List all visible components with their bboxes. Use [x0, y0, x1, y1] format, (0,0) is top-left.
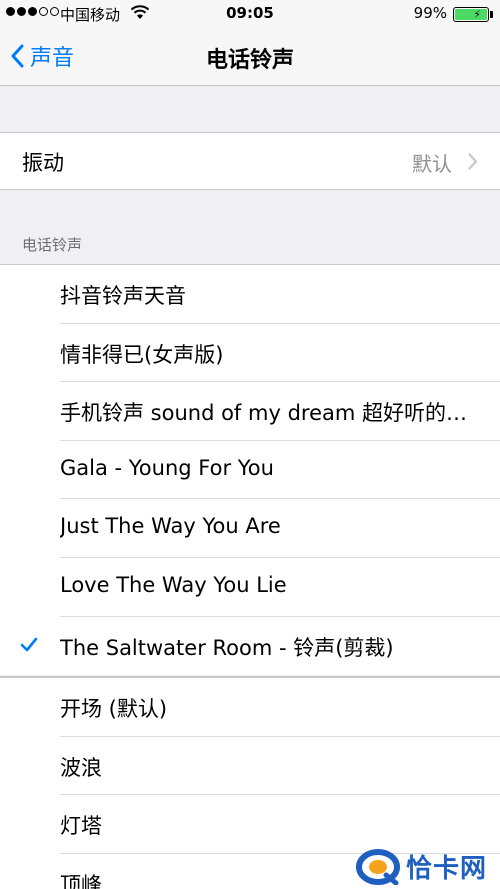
watermark-brand: 恰卡网	[406, 854, 488, 884]
ringtone-label: 灯塔	[60, 814, 102, 839]
status-bar: 中国移动 09:05 99% ⚡	[0, 0, 500, 28]
charging-bolt-icon: ⚡	[473, 8, 481, 21]
ringtone-label: 抖音铃声天音	[60, 284, 186, 308]
ringtone-label: Love The Way You Lie	[60, 572, 287, 597]
ringtone-label: 手机铃声 sound of my dream 超好听的…	[60, 401, 467, 426]
ringtone-item[interactable]: Gala - Young For You	[0, 441, 500, 500]
ringtone-item[interactable]: 手机铃声 sound of my dream 超好听的…	[0, 382, 500, 441]
ringtone-item[interactable]: 开场 (默认)	[0, 678, 500, 737]
battery-percent: 99%	[413, 4, 447, 22]
chevron-right-icon	[468, 153, 478, 170]
page-title: 电话铃声	[205, 48, 294, 73]
ringtone-list-custom: 抖音铃声天音情非得已(女声版) 手机铃声 sound of my dream 超好…	[0, 264, 500, 676]
ringtone-item[interactable]: 波浪	[0, 737, 500, 796]
vibration-row[interactable]: 振动 默认	[0, 132, 500, 190]
ringtone-item[interactable]: The Saltwater Room - 铃声(剪裁)	[0, 617, 500, 676]
ringtone-label: 波浪	[60, 755, 102, 780]
vibration-label: 振动	[22, 151, 64, 175]
section-header: 电话铃声	[22, 236, 83, 254]
checkmark-icon	[20, 637, 38, 651]
navigation-bar: 声音 电话铃声	[0, 28, 500, 86]
battery-icon	[453, 7, 489, 22]
ringtone-label: 开场 (默认)	[60, 697, 168, 721]
ringtone-item[interactable]: 灯塔	[0, 795, 500, 854]
ringtone-item[interactable]: 抖音铃声天音	[0, 265, 500, 324]
watermark-q-icon	[356, 848, 400, 885]
ringtone-label: The Saltwater Room - 铃声(剪裁)	[60, 635, 394, 660]
ringtone-item[interactable]: 情非得已(女声版)	[0, 324, 500, 383]
vibration-value: 默认	[412, 152, 452, 176]
ringtone-label: Just The Way You Are	[60, 514, 281, 539]
watermark-logo: 恰卡网	[356, 848, 487, 885]
ringtone-item[interactable]: Just The Way You Are	[0, 499, 500, 558]
battery-cap	[490, 11, 493, 18]
ringtone-item[interactable]: Love The Way You Lie	[0, 558, 500, 617]
ringtone-label: Gala - Young For You	[60, 455, 274, 480]
ringtone-label: 情非得已(女声版)	[60, 342, 224, 367]
battery-level	[455, 9, 487, 20]
